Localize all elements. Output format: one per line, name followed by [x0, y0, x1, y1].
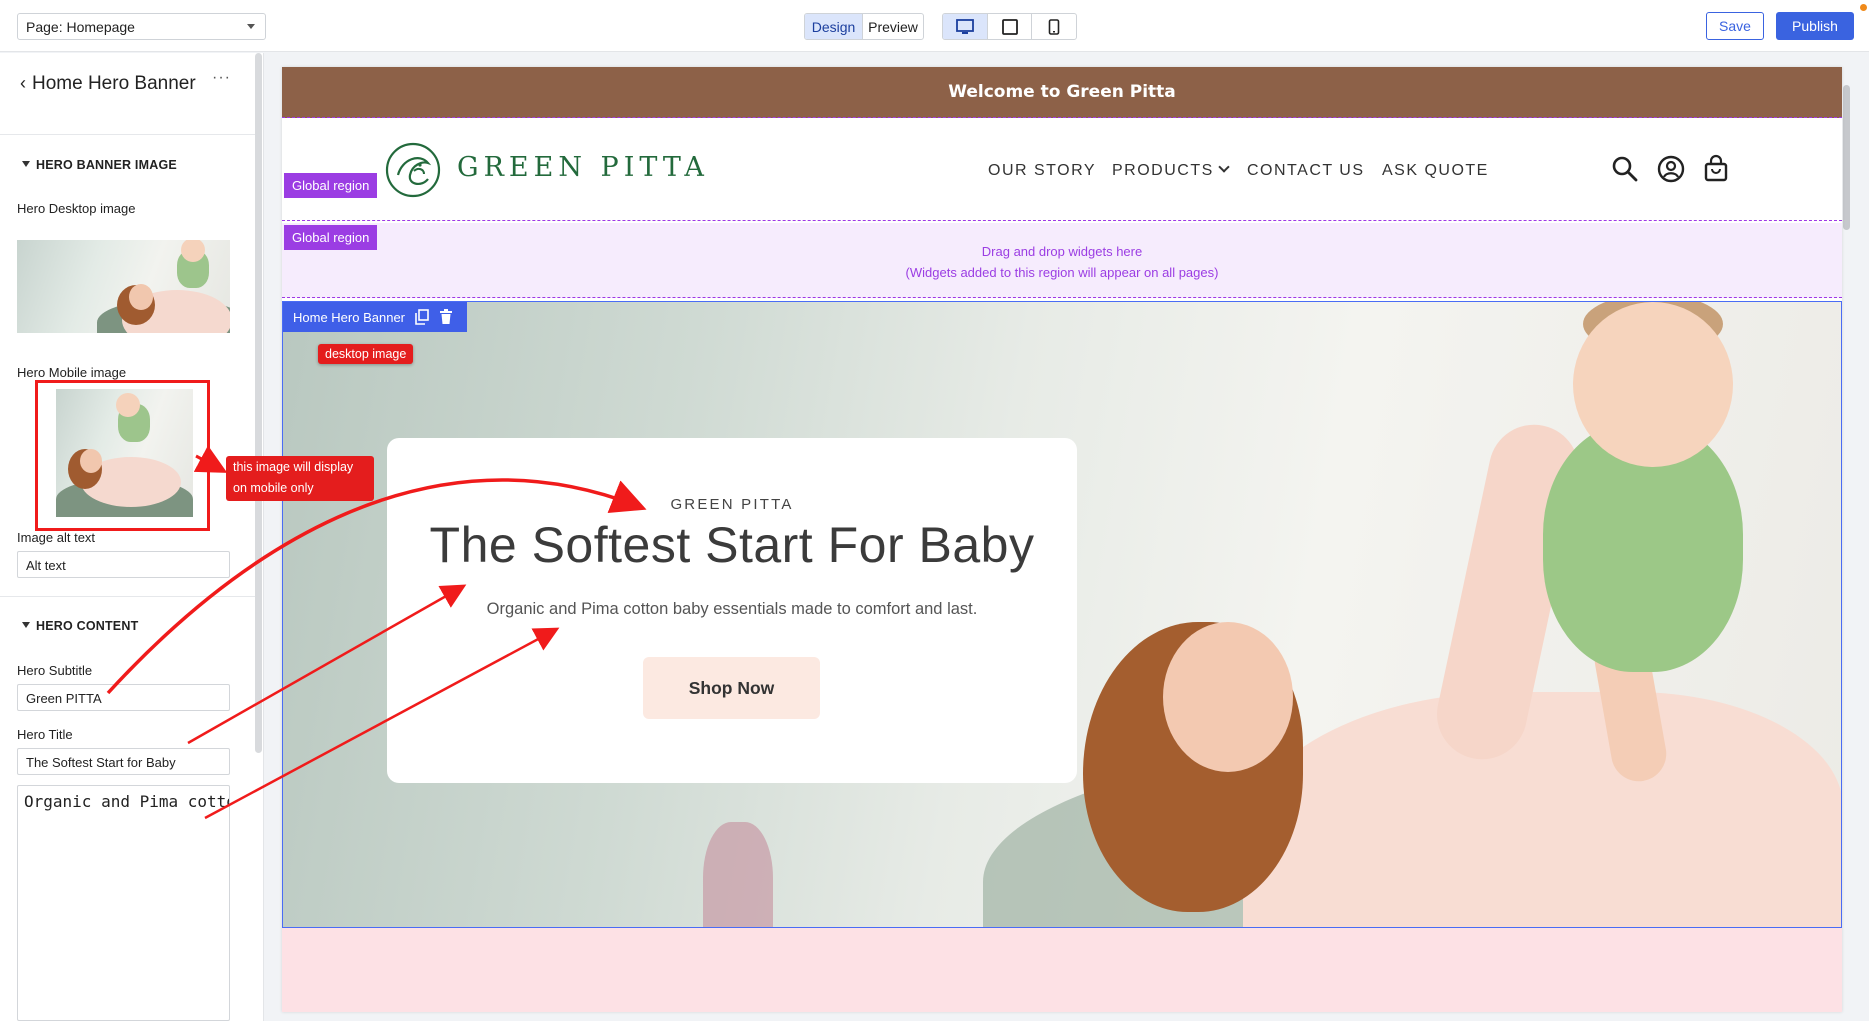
- duplicate-icon[interactable]: [415, 309, 429, 325]
- hero-description: Organic and Pima cotton baby essentials …: [486, 600, 978, 618]
- divider: [0, 596, 255, 597]
- shop-now-button[interactable]: Shop Now: [643, 657, 820, 719]
- mode-toggle: Design Preview: [804, 13, 924, 40]
- global-region-dropzone[interactable]: Drag and drop widgets here (Widgets adde…: [282, 223, 1842, 298]
- hero-title: The Softest Start For Baby: [429, 517, 1035, 573]
- device-toggle: [942, 13, 1077, 40]
- mobile-icon: [1048, 18, 1060, 35]
- mobile-image-label: Hero Mobile image: [17, 365, 127, 380]
- caret-down-icon: [22, 161, 30, 167]
- section-hero-banner-image[interactable]: HERO BANNER IMAGE: [22, 158, 177, 172]
- page-canvas: Welcome to Green Pitta GREEN PITTA OUR S…: [282, 67, 1842, 1012]
- tablet-view-button[interactable]: [988, 14, 1032, 39]
- account-icon[interactable]: [1656, 154, 1686, 184]
- nav-contact-us[interactable]: CONTACT US: [1247, 162, 1365, 180]
- dropzone-hint: (Widgets added to this region will appea…: [905, 265, 1219, 280]
- caret-down-icon: [22, 622, 30, 628]
- desktop-view-button[interactable]: [943, 14, 988, 39]
- panel-header: ‹ Home Hero Banner: [20, 71, 230, 96]
- site-header[interactable]: GREEN PITTA OUR STORY PRODUCTS CONTACT U…: [282, 118, 1842, 221]
- desktop-image-label: Hero Desktop image: [17, 201, 136, 216]
- desktop-image-thumbnail[interactable]: [17, 240, 230, 333]
- section-title: HERO CONTENT: [36, 619, 139, 633]
- trash-icon[interactable]: [439, 309, 453, 325]
- next-section: [282, 928, 1842, 1012]
- nav-products-label: PRODUCTS: [1112, 162, 1214, 179]
- chevron-down-icon: [247, 24, 255, 29]
- announcement-text: Welcome to Green Pitta: [948, 82, 1176, 102]
- publish-button[interactable]: Publish: [1776, 12, 1854, 40]
- global-region-tag[interactable]: Global region: [284, 225, 378, 250]
- mobile-image-highlight: [35, 380, 210, 531]
- logo-text: GREEN PITTA: [457, 152, 709, 183]
- alt-text-input[interactable]: Alt text: [17, 551, 230, 578]
- hero-banner[interactable]: Home Hero Banner desktop image GREEN PIT…: [282, 301, 1842, 928]
- preview-mode-button[interactable]: Preview: [863, 14, 923, 39]
- global-region-tag[interactable]: Global region: [284, 173, 378, 198]
- announcement-bar[interactable]: Welcome to Green Pitta: [282, 67, 1842, 118]
- tablet-icon: [1001, 18, 1018, 35]
- desktop-icon: [956, 18, 974, 34]
- nav-our-story[interactable]: OUR STORY: [988, 162, 1096, 180]
- annotation-line: this image will display: [233, 460, 354, 474]
- search-icon[interactable]: [1610, 154, 1640, 184]
- panel-scrollbar[interactable]: [255, 53, 262, 753]
- hero-subtitle-label: Hero Subtitle: [17, 663, 93, 678]
- hero-title-input[interactable]: The Softest Start for Baby: [17, 748, 230, 775]
- nav-products[interactable]: PRODUCTS: [1112, 161, 1230, 180]
- hero-description-textarea[interactable]: Organic and Pima cotto: [17, 785, 230, 1021]
- back-icon[interactable]: ‹: [20, 71, 26, 96]
- cart-icon[interactable]: [1701, 154, 1731, 184]
- annotation-line: on mobile only: [233, 481, 314, 495]
- page-select[interactable]: Page: Homepage: [17, 13, 266, 40]
- panel-title: Home Hero Banner: [32, 73, 196, 94]
- section-hero-content[interactable]: HERO CONTENT: [22, 619, 138, 633]
- mobile-image-annotation: this image will display on mobile only: [226, 456, 374, 501]
- editor-toolbar: Page: Homepage Design Preview Save Publi…: [0, 0, 1869, 52]
- widget-toolbar[interactable]: Home Hero Banner: [283, 302, 467, 332]
- hero-subtitle-input[interactable]: Green PITTA: [17, 684, 230, 711]
- notification-dot: [1860, 4, 1867, 11]
- hero-content-card: GREEN PITTA The Softest Start For Baby O…: [387, 438, 1077, 783]
- desktop-image-annotation: desktop image: [318, 344, 414, 364]
- page-select-value: Page: Homepage: [26, 19, 135, 35]
- canvas-scrollbar[interactable]: [1843, 85, 1850, 230]
- hero-title-label: Hero Title: [17, 727, 73, 742]
- design-mode-button[interactable]: Design: [805, 14, 863, 39]
- hero-subtitle: GREEN PITTA: [670, 496, 794, 513]
- more-options-icon[interactable]: ···: [212, 69, 231, 87]
- alt-text-label: Image alt text: [17, 530, 96, 545]
- bird-logo-icon: [385, 142, 441, 198]
- nav-ask-quote[interactable]: ASK QUOTE: [1382, 162, 1489, 180]
- mobile-view-button[interactable]: [1032, 14, 1076, 39]
- save-button[interactable]: Save: [1706, 12, 1764, 40]
- chevron-down-icon: [1218, 161, 1230, 173]
- divider: [0, 134, 255, 135]
- widget-name: Home Hero Banner: [293, 309, 405, 325]
- dropzone-title: Drag and drop widgets here: [981, 244, 1143, 259]
- section-title: HERO BANNER IMAGE: [36, 158, 177, 172]
